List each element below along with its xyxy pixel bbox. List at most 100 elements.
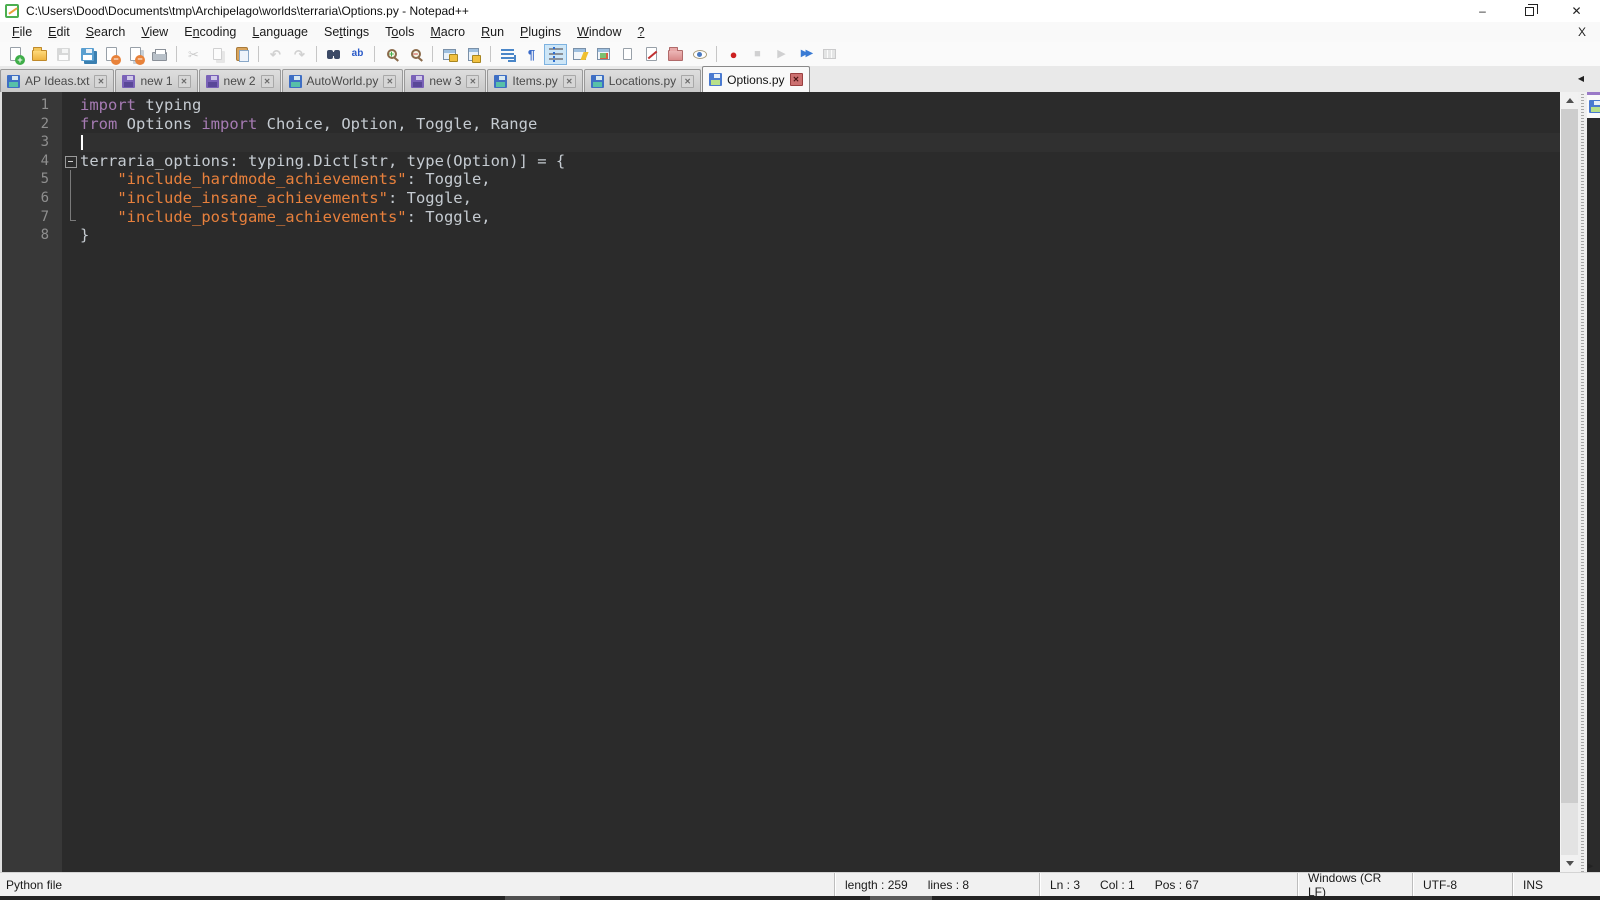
new-file-icon[interactable] (4, 44, 27, 65)
code-line-1[interactable]: import typing (80, 96, 1560, 115)
tab-close-icon[interactable]: ✕ (789, 73, 803, 86)
code-line-4[interactable]: terraria_options: typing.Dict[str, type(… (80, 152, 1560, 171)
undo-icon[interactable]: ↶ (264, 44, 287, 65)
cut-icon[interactable]: ✂ (182, 44, 205, 65)
run-macro-multiple-icon[interactable]: ▶▶ (794, 44, 817, 65)
status-encoding[interactable]: UTF-8 (1412, 873, 1512, 896)
menu-?[interactable]: ? (630, 23, 653, 41)
menu-file[interactable]: File (4, 23, 40, 41)
view-splitter[interactable] (1578, 92, 1587, 872)
secondary-view-tab[interactable] (1587, 92, 1600, 118)
menu-settings[interactable]: Settings (316, 23, 377, 41)
tab-close-icon[interactable]: ✕ (260, 74, 274, 88)
playback-macro-icon[interactable]: ▶ (770, 44, 793, 65)
menu-plugins[interactable]: Plugins (512, 23, 569, 41)
code-line-8[interactable]: } (80, 226, 1560, 245)
open-icon[interactable] (28, 44, 51, 65)
copy-icon[interactable] (206, 44, 229, 65)
sync-horizontal-icon[interactable] (462, 44, 485, 65)
menu-run[interactable]: Run (473, 23, 512, 41)
code-line-3[interactable] (80, 133, 1560, 152)
tab-locations.py[interactable]: Locations.py ✕ (583, 69, 702, 92)
print-icon[interactable] (148, 44, 171, 65)
paste-icon[interactable] (230, 44, 253, 65)
find-icon[interactable] (322, 44, 345, 65)
tab-close-icon[interactable]: ✕ (383, 74, 397, 88)
tab-autoworld.py[interactable]: AutoWorld.py ✕ (281, 69, 404, 92)
status-eol-format[interactable]: Windows (CR LF) (1297, 871, 1412, 899)
menu-macro[interactable]: Macro (422, 23, 473, 41)
scroll-up-button[interactable] (1561, 92, 1578, 109)
close-button[interactable]: ✕ (1553, 0, 1600, 22)
close-icon[interactable] (100, 44, 123, 65)
taskbar-item (870, 896, 932, 900)
menu-language[interactable]: Language (244, 23, 316, 41)
notepad-plus-plus-window: C:\Users\Dood\Documents\tmp\Archipelago\… (0, 0, 1600, 900)
restore-button[interactable] (1506, 0, 1553, 22)
code-token: : Toggle, (406, 170, 491, 189)
save-macro-icon[interactable] (818, 44, 841, 65)
tab-close-icon[interactable]: ✕ (466, 74, 480, 88)
tab-close-icon[interactable]: ✕ (681, 74, 695, 88)
show-all-characters-icon[interactable]: ¶ (520, 44, 543, 65)
tab-close-icon[interactable]: ✕ (562, 74, 576, 88)
save-all-icon[interactable] (76, 44, 99, 65)
stop-macro-icon[interactable]: ■ (746, 44, 769, 65)
menu-edit[interactable]: Edit (40, 23, 78, 41)
close-all-icon[interactable] (124, 44, 147, 65)
fold-margin[interactable] (62, 92, 80, 872)
minimize-button[interactable]: – (1459, 0, 1506, 22)
redo-icon[interactable]: ↷ (288, 44, 311, 65)
tab-label: Locations.py (608, 74, 677, 88)
code-token: import (201, 114, 258, 133)
secondary-view-editor[interactable] (1587, 118, 1600, 872)
tab-close-icon[interactable]: ✕ (94, 74, 108, 88)
function-list-icon[interactable] (568, 44, 591, 65)
scrollbar-track[interactable] (1561, 109, 1578, 855)
sync-vertical-icon[interactable] (438, 44, 461, 65)
tab-new-3[interactable]: new 3 ✕ (404, 69, 487, 92)
menu-window[interactable]: Window (569, 23, 629, 41)
tab-ap-ideas.txt[interactable]: AP Ideas.txt ✕ (0, 69, 115, 92)
line-number-gutter: 12345678 (2, 92, 62, 872)
code-token: "include_postgame_achievements" (117, 207, 407, 226)
status-column: Col : 1 (1100, 877, 1135, 892)
code-token: terraria_options: typing.Dict[str, type(… (80, 151, 566, 170)
code-line-5[interactable]: "include_hardmode_achievements": Toggle, (80, 170, 1560, 189)
scroll-right-icon[interactable]: ▶ (1588, 862, 1593, 870)
tab-new-1[interactable]: new 1 ✕ (115, 69, 198, 92)
vertical-scrollbar[interactable] (1560, 92, 1578, 872)
document-map-icon[interactable] (592, 44, 615, 65)
save-icon[interactable] (52, 44, 75, 65)
menu-view[interactable]: View (133, 23, 176, 41)
tab-scroll-left-icon[interactable]: ◀ (1578, 74, 1584, 83)
code-line-6[interactable]: "include_insane_achievements": Toggle, (80, 189, 1560, 208)
code-line-7[interactable]: "include_postgame_achievements": Toggle, (80, 208, 1560, 227)
scroll-down-button[interactable] (1561, 855, 1578, 872)
tab-options.py[interactable]: Options.py ✕ (702, 66, 810, 92)
status-insert-mode[interactable]: INS (1512, 873, 1600, 896)
menu-encoding[interactable]: Encoding (176, 23, 244, 41)
scrollbar-thumb[interactable] (1561, 109, 1578, 803)
show-indent-guide-icon[interactable] (544, 43, 567, 65)
folder-as-workspace-icon[interactable] (664, 44, 687, 65)
zoom-in-icon[interactable]: + (380, 44, 403, 65)
tab-new-2[interactable]: new 2 ✕ (198, 69, 281, 92)
page-pen-icon[interactable] (640, 44, 663, 65)
menu-tools[interactable]: Tools (377, 23, 422, 41)
fold-collapse-icon[interactable] (62, 152, 80, 171)
menu-search[interactable]: Search (78, 23, 134, 41)
tab-items.py[interactable]: Items.py ✕ (487, 69, 583, 92)
record-macro-icon[interactable]: ● (722, 44, 745, 65)
zoom-out-icon[interactable]: − (404, 44, 427, 65)
tab-close-icon[interactable]: ✕ (177, 74, 191, 88)
replace-icon[interactable]: ab (346, 44, 369, 65)
document-list-icon[interactable] (616, 44, 639, 65)
monitoring-icon[interactable] (688, 44, 711, 65)
close-document-button[interactable]: X (1574, 25, 1590, 39)
code-token: } (80, 226, 90, 245)
taskbar-item (505, 896, 560, 900)
code-editor[interactable]: import typing from Options import Choice,… (80, 92, 1560, 872)
word-wrap-icon[interactable] (496, 44, 519, 65)
code-line-2[interactable]: from Options import Choice, Option, Togg… (80, 115, 1560, 134)
